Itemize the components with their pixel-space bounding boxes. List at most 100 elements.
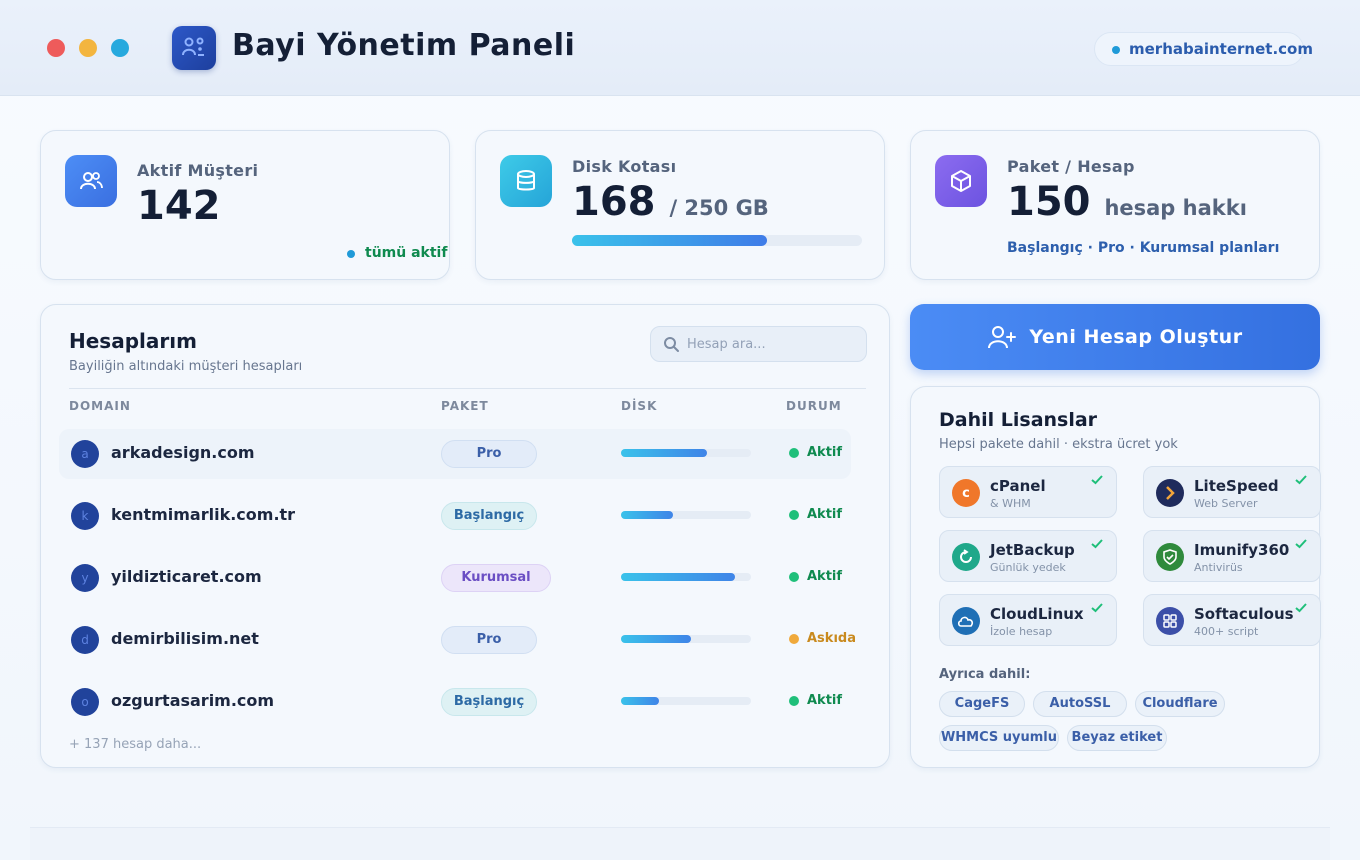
new-account-button[interactable]: Yeni Hesap Oluştur — [910, 304, 1320, 370]
feature-tag: AutoSSL — [1033, 691, 1127, 717]
app-logo-icon — [172, 26, 216, 70]
license-name: cPanel — [990, 477, 1046, 495]
package-plans: Başlangıç · Pro · Kurumsal planları — [1007, 240, 1280, 256]
row-domain[interactable]: ozgurtasarim.com — [111, 691, 274, 710]
accounts-card: Hesaplarım Bayiliğin altındaki müşteri h… — [40, 304, 890, 768]
table-row[interactable]: a arkadesign.com Pro Aktif — [59, 429, 851, 479]
license-tile[interactable]: Softaculous 400+ script — [1143, 594, 1321, 646]
package-badge: Başlangıç — [441, 688, 537, 716]
table-row[interactable]: d demirbilisim.net Pro Askıda — [59, 615, 856, 665]
disk-usage-bar — [621, 573, 751, 581]
row-domain[interactable]: yildizticaret.com — [111, 567, 262, 586]
column-package: PAKET — [441, 399, 489, 413]
status-badge: Aktif — [789, 693, 842, 708]
row-domain[interactable]: kentmimarlik.com.tr — [111, 505, 295, 524]
license-desc: 400+ script — [1194, 625, 1259, 638]
package-badge: Pro — [441, 626, 537, 654]
avatar: d — [71, 626, 99, 654]
accounts-title: Hesaplarım — [69, 329, 197, 353]
avatar: o — [71, 688, 99, 716]
domain-status-dot — [1112, 46, 1120, 54]
disk-value: 168 / 250 GB — [572, 179, 769, 231]
more-accounts-link[interactable]: + 137 hesap daha... — [69, 737, 201, 752]
disk-usage-bar — [621, 449, 751, 457]
status-dot — [789, 696, 799, 706]
package-label: Paket / Hesap — [1007, 157, 1135, 176]
maximize-window-dot[interactable] — [111, 39, 129, 57]
search-icon — [664, 337, 679, 352]
database-icon — [500, 155, 552, 207]
disk-usage-fill — [621, 697, 659, 705]
app-window: Bayi Yönetim Paneli merhabainternet.com … — [0, 0, 1360, 860]
column-domain: DOMAIN — [69, 399, 131, 413]
license-name: Imunify360 — [1194, 541, 1290, 559]
license-name: JetBackup — [990, 541, 1075, 559]
package-badge: Pro — [441, 440, 537, 468]
status-text: Aktif — [807, 693, 843, 708]
check-icon — [1295, 539, 1307, 549]
package-card: Paket / Hesap 150 hesap hakkı Başlangıç … — [910, 130, 1320, 280]
package-box-icon — [935, 155, 987, 207]
accounts-subtitle: Bayiliğin altındaki müşteri hesapları — [69, 359, 303, 374]
feature-tag: Beyaz etiket — [1067, 725, 1167, 751]
app-title: Bayi Yönetim Paneli — [232, 28, 576, 63]
license-tile[interactable]: c cPanel & WHM — [939, 466, 1117, 518]
disk-usage-fill — [621, 573, 736, 581]
check-icon — [1091, 603, 1103, 613]
users-icon — [65, 155, 117, 207]
license-desc: Web Server — [1194, 497, 1258, 510]
avatar: k — [71, 502, 99, 530]
disk-usage-bar — [621, 511, 751, 519]
disk-label: Disk Kotası — [572, 157, 677, 176]
package-badge: Başlangıç — [441, 502, 537, 530]
disk-used-value: 168 — [572, 179, 656, 225]
license-tile[interactable]: JetBackup Günlük yedek — [939, 530, 1117, 582]
licenses-subtitle: Hepsi pakete dahil · ekstra ücret yok — [939, 437, 1178, 452]
column-status: DURUM — [786, 399, 842, 413]
table-divider — [69, 388, 866, 389]
customers-value: 142 — [137, 183, 221, 229]
license-name: LiteSpeed — [1194, 477, 1279, 495]
license-tile[interactable]: LiteSpeed Web Server — [1143, 466, 1321, 518]
status-dot — [789, 448, 799, 458]
license-desc: Antivirüs — [1194, 561, 1243, 574]
row-domain[interactable]: arkadesign.com — [111, 443, 255, 462]
active-dot — [347, 250, 355, 258]
disk-progress-fill — [572, 235, 767, 246]
domain-label: merhabainternet.com — [1129, 40, 1313, 58]
customers-card: Aktif Müşteri 142 tümü aktif — [40, 130, 450, 280]
licenses-card: Dahil Lisanslar Hepsi pakete dahil · eks… — [910, 386, 1321, 768]
check-icon — [1091, 539, 1103, 549]
domain-badge[interactable]: merhabainternet.com — [1094, 32, 1313, 66]
disk-usage-fill — [621, 511, 673, 519]
license-tile[interactable]: Imunify360 Antivirüs — [1143, 530, 1321, 582]
status-badge: Aktif — [789, 507, 842, 522]
table-row[interactable]: y yildizticaret.com Kurumsal Aktif — [59, 553, 851, 603]
license-tile[interactable]: CloudLinux İzole hesap — [939, 594, 1117, 646]
backup-icon — [952, 543, 980, 571]
row-domain[interactable]: demirbilisim.net — [111, 629, 259, 648]
license-desc: İzole hesap — [990, 625, 1053, 638]
search-input[interactable] — [687, 327, 857, 361]
shield-icon — [1156, 543, 1184, 571]
status-text: Aktif — [807, 507, 843, 522]
table-row[interactable]: k kentmimarlik.com.tr Başlangıç Aktif — [59, 491, 851, 541]
add-user-icon — [988, 326, 1017, 349]
customers-label: Aktif Müşteri — [137, 161, 259, 180]
package-value: 150 hesap hakkı — [1007, 179, 1247, 231]
account-search[interactable] — [650, 326, 867, 362]
check-icon — [1091, 475, 1103, 485]
close-window-dot[interactable] — [47, 39, 65, 57]
status-dot — [789, 510, 799, 520]
feature-tag: Cloudflare — [1135, 691, 1225, 717]
status-badge: Askıda — [789, 631, 856, 646]
package-unit: hesap hakkı — [1104, 196, 1247, 220]
license-name: Softaculous — [1194, 605, 1294, 623]
status-text: Aktif — [807, 445, 843, 460]
also-included-label: Ayrıca dahil: — [939, 667, 1031, 682]
license-desc: Günlük yedek — [990, 561, 1066, 574]
table-row[interactable]: o ozgurtasarim.com Başlangıç Aktif — [59, 677, 851, 727]
minimize-window-dot[interactable] — [79, 39, 97, 57]
status-text: Aktif — [807, 569, 843, 584]
avatar: y — [71, 564, 99, 592]
